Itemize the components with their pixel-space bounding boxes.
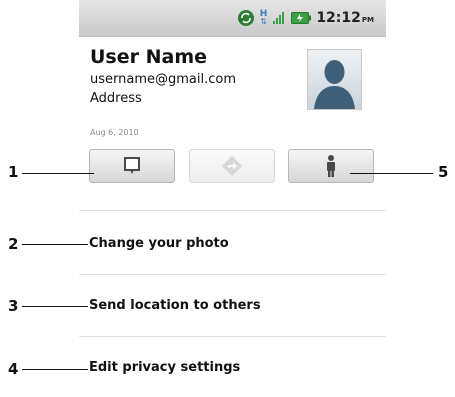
callout-line-4 bbox=[22, 369, 88, 370]
callout-line-3 bbox=[22, 306, 88, 307]
status-time: 12:12PM bbox=[316, 10, 374, 26]
divider bbox=[79, 336, 386, 337]
edit-privacy-item[interactable]: Edit privacy settings bbox=[89, 360, 240, 375]
send-location-item[interactable]: Send location to others bbox=[89, 298, 261, 313]
message-button[interactable] bbox=[89, 149, 175, 183]
divider bbox=[79, 210, 386, 211]
avatar[interactable] bbox=[307, 49, 362, 110]
profile-screen: User Name username@gmail.com Address Aug… bbox=[79, 37, 386, 397]
directions-button[interactable] bbox=[189, 149, 275, 183]
status-ampm: PM bbox=[361, 16, 374, 24]
data-transfer-icon: H ⇅ bbox=[259, 9, 268, 26]
profile-info: User Name username@gmail.com Address bbox=[90, 46, 236, 107]
sync-icon bbox=[237, 9, 255, 27]
person-silhouette-icon bbox=[308, 50, 361, 109]
user-email: username@gmail.com bbox=[90, 72, 236, 87]
callout-line-1 bbox=[22, 173, 94, 174]
callout-line-2 bbox=[22, 244, 88, 245]
status-icons: H ⇅ 12:12PM bbox=[237, 0, 374, 36]
change-photo-item[interactable]: Change your photo bbox=[89, 236, 229, 251]
callout-4: 4 bbox=[8, 360, 19, 378]
user-address: Address bbox=[90, 91, 142, 106]
callout-3: 3 bbox=[8, 297, 19, 315]
update-date: Aug 6, 2010 bbox=[90, 128, 139, 137]
callout-1: 1 bbox=[8, 163, 19, 181]
user-name: User Name bbox=[90, 46, 208, 68]
person-button[interactable] bbox=[288, 149, 374, 183]
status-bar: H ⇅ 12:12PM bbox=[79, 0, 386, 37]
callout-5: 5 bbox=[438, 163, 449, 181]
person-icon bbox=[324, 154, 338, 178]
message-icon bbox=[123, 156, 141, 176]
divider bbox=[79, 274, 386, 275]
callout-2: 2 bbox=[8, 235, 19, 253]
signal-icon bbox=[272, 11, 286, 25]
directions-icon bbox=[221, 155, 243, 177]
battery-icon bbox=[291, 12, 312, 24]
callout-line-5 bbox=[350, 173, 433, 174]
